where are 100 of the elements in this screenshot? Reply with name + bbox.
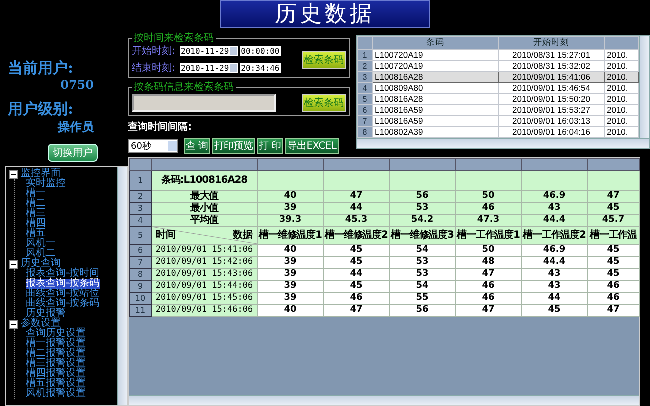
tree-item[interactable]: 参数设置 xyxy=(21,319,61,329)
tree-item[interactable]: 槽三 xyxy=(26,209,46,219)
action-button[interactable]: 导出EXCEL xyxy=(285,138,339,154)
list-row[interactable]: 4 L100809A80 2010/09/01 15:46:54 2010. xyxy=(358,82,638,94)
tree-item[interactable]: 风机一 xyxy=(26,239,56,249)
search-button[interactable]: 检索条码 xyxy=(302,94,346,112)
search-button[interactable]: 检索条码 xyxy=(302,50,346,68)
table-cell: 2010/09/01 15:53:27 xyxy=(498,104,604,116)
tree-item[interactable]: 槽三报警设置 xyxy=(26,359,86,369)
table-cell: 2010/08/31 15:27:01 xyxy=(498,50,604,60)
table-cell xyxy=(324,170,390,190)
table-cell: 45 xyxy=(588,268,640,280)
scrollbar[interactable] xyxy=(639,36,649,138)
spin-icon[interactable] xyxy=(230,47,238,55)
table-cell: 2010/09/01 15:41:06 xyxy=(498,72,604,82)
table-cell: 48 xyxy=(456,256,522,268)
table-cell: 2010/09/01 15:41:06 xyxy=(152,244,258,256)
table-cell: 47 xyxy=(588,190,640,202)
collapse-icon[interactable] xyxy=(9,320,18,328)
tree-item[interactable]: 槽五报警设置 xyxy=(26,379,86,389)
table-cell: 46 xyxy=(588,280,640,292)
action-button[interactable]: 打印预览 xyxy=(212,138,256,154)
table-cell: 43 xyxy=(522,268,588,280)
table-cell xyxy=(258,170,324,190)
input-field[interactable] xyxy=(132,94,276,112)
row-number: 1 xyxy=(130,170,152,190)
tree-item[interactable]: 历史查询 xyxy=(21,259,61,269)
column-header: 条码 xyxy=(372,36,498,50)
table-cell: 平均值 xyxy=(152,214,258,226)
table-cell: 44 xyxy=(522,292,588,304)
user-label: 当前用户: xyxy=(8,59,75,78)
tree-item[interactable]: 历史报警 xyxy=(26,309,66,319)
spin-icon[interactable] xyxy=(230,64,238,72)
tree-item[interactable]: 槽一报警设置 xyxy=(26,339,86,349)
table-cell: 54.2 xyxy=(390,214,456,226)
table-cell: 44.4 xyxy=(522,214,588,226)
row-number: 5 xyxy=(130,226,152,244)
row-number: 2 xyxy=(130,190,152,202)
table-cell: L100816A28 xyxy=(372,94,498,104)
tree-item[interactable]: 槽四报警设置 xyxy=(26,369,86,379)
list-row[interactable]: 6 L100816A59 2010/09/01 15:53:27 2010. xyxy=(358,104,638,116)
tree-item[interactable]: 槽二报警设置 xyxy=(26,349,86,359)
table-cell: 39 xyxy=(258,202,324,214)
tree-item[interactable]: 报表查询-按条码 xyxy=(26,279,100,289)
table-cell: 47 xyxy=(324,190,390,202)
tree-item[interactable]: 曲线查询-按站位 xyxy=(26,289,100,299)
table-cell: 45 xyxy=(324,280,390,292)
collapse-icon[interactable] xyxy=(9,260,18,268)
time-field[interactable]: 20:34:46 xyxy=(240,63,281,73)
table-cell: 56 xyxy=(390,304,456,316)
tree-item[interactable]: 槽二 xyxy=(26,199,46,209)
action-button[interactable]: 查 询 xyxy=(184,138,210,154)
interval-dropdown[interactable]: 60秒 xyxy=(128,139,178,153)
scrollbar[interactable] xyxy=(129,395,639,405)
tree-item[interactable]: 曲线查询-按条码 xyxy=(26,299,100,309)
table-cell: 2010/09/01 15:45:06 xyxy=(152,292,258,304)
group-title: 按时间来检索条码 xyxy=(133,33,215,44)
row-number: 2 xyxy=(358,60,372,72)
page-title: 历史数据 xyxy=(220,0,430,28)
tree-item[interactable]: 监控界面 xyxy=(21,169,61,179)
tree-item[interactable]: 槽四 xyxy=(26,219,46,229)
list-row[interactable]: 5 L100816A28 2010/09/01 15:50:20 2010. xyxy=(358,94,638,104)
table-cell: 40 xyxy=(258,304,324,316)
row-number: 3 xyxy=(358,72,372,82)
row-number: 10 xyxy=(130,292,152,304)
row-number: 8 xyxy=(130,268,152,280)
table-cell: 44.4 xyxy=(522,256,588,268)
row-number: 8 xyxy=(358,126,372,138)
table-cell: 2010/09/01 15:50:20 xyxy=(498,94,604,104)
table-cell: 最小值 xyxy=(152,202,258,214)
list-row[interactable]: 1 L100720A19 2010/08/31 15:27:01 2010. xyxy=(358,50,638,60)
tree-item[interactable]: 风机报警设置 xyxy=(26,389,86,399)
table-cell: L100809A80 xyxy=(372,82,498,94)
row-number: 11 xyxy=(130,304,152,316)
table-cell: 46 xyxy=(456,280,522,292)
list-row[interactable]: 7 L100816A59 2010/09/01 16:03:13 2010. xyxy=(358,116,638,126)
column-label: 时间 xyxy=(156,230,176,241)
scrollbar[interactable] xyxy=(117,167,127,405)
collapse-icon[interactable] xyxy=(9,170,18,178)
tree-item[interactable]: 报表查询-按时间 xyxy=(26,269,100,279)
date-field[interactable]: 2010-11-29 xyxy=(180,46,238,56)
user-id: 0750 xyxy=(60,78,94,92)
group-title: 按条码信息来检索条码 xyxy=(133,82,235,93)
tree-item[interactable]: 槽一 xyxy=(26,189,46,199)
action-button[interactable]: 打 印 xyxy=(257,138,284,154)
time-field[interactable]: 00:00:00 xyxy=(240,46,281,56)
column-header: 槽一维修温度2 xyxy=(324,226,390,244)
corner-cell xyxy=(358,36,372,50)
table-cell: 45.7 xyxy=(588,214,640,226)
field-label: 开始时刻: xyxy=(132,44,176,58)
list-row[interactable]: 3 L100816A28 2010/09/01 15:41:06 2010. xyxy=(358,72,638,82)
tree-item[interactable]: 风机二 xyxy=(26,249,56,259)
tree-item[interactable]: 实时监控 xyxy=(26,179,66,189)
table-cell: 50 xyxy=(456,190,522,202)
date-field[interactable]: 2010-11-29 xyxy=(180,63,238,73)
scrollbar[interactable] xyxy=(357,138,649,148)
tree-item[interactable]: 查询历史设置 xyxy=(26,329,86,339)
table-cell: 2010/09/01 15:46:54 xyxy=(498,82,604,94)
column-header: 槽一维修温度1 xyxy=(258,226,324,244)
tree-item[interactable]: 槽五 xyxy=(26,229,46,239)
